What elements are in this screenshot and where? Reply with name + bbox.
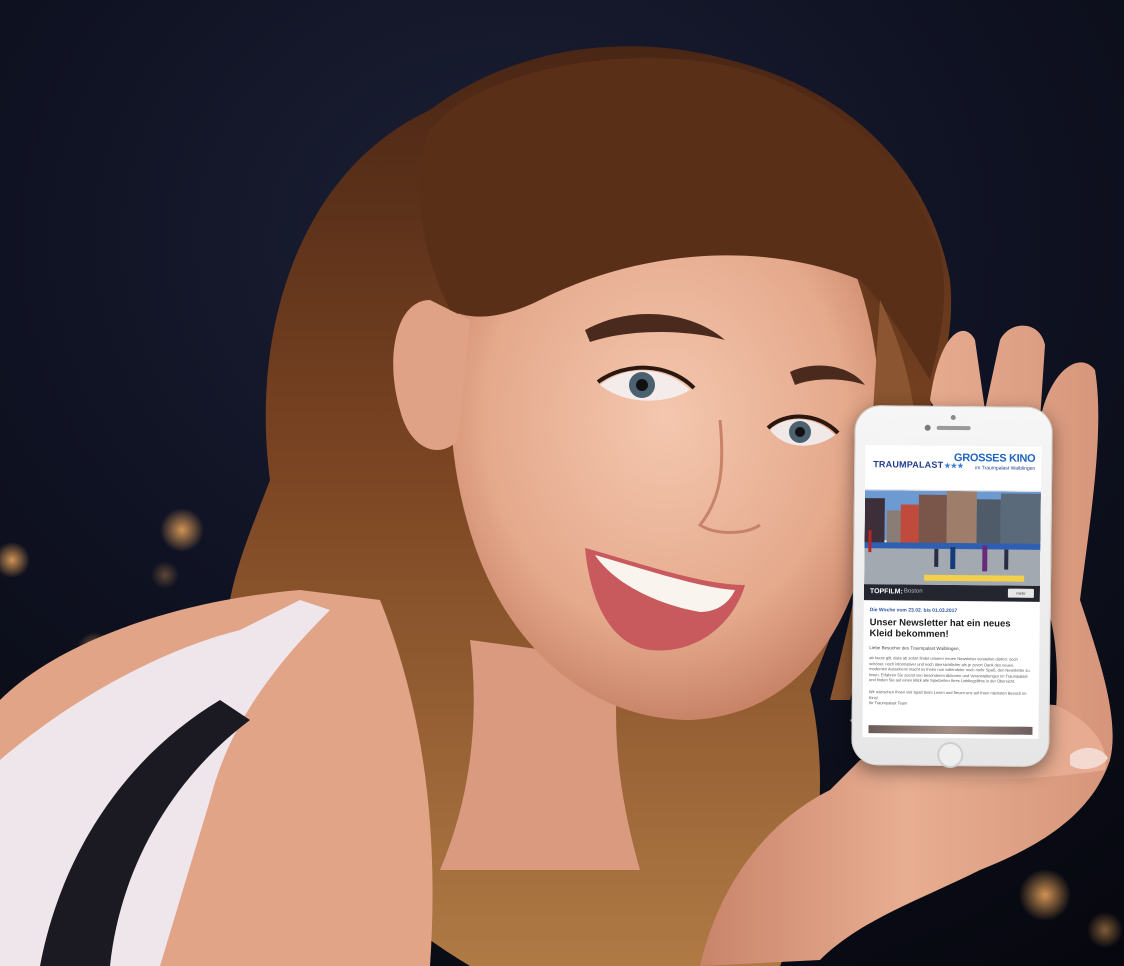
topfilm-title: Boston xyxy=(903,588,923,595)
signoff-text: Ihr Traumpalast Team xyxy=(868,700,908,706)
tagline-box: GROSSES KINO im Traumpalast Waiblingen xyxy=(953,452,1036,472)
smartphone: TRAUMPALAST★★★ GROSSES KINO im Traumpala… xyxy=(851,404,1053,769)
topfilm-more-button[interactable]: mehr xyxy=(1007,588,1034,598)
topfilm-label: TOPFILM: xyxy=(869,588,903,596)
photo-scene: TRAUMPALAST★★★ GROSSES KINO im Traumpala… xyxy=(0,0,1124,966)
newsletter-headline: Unser Newsletter hat ein neues Kleid bek… xyxy=(869,617,1011,640)
next-banner-strip xyxy=(868,725,1033,735)
body-text: ab heute gilt, dass ab sofort findet uns… xyxy=(868,655,1030,685)
front-camera xyxy=(924,424,931,431)
newsletter-header: TRAUMPALAST★★★ GROSSES KINO im Traumpala… xyxy=(864,445,1042,492)
logo-text: TRAUMPALAST xyxy=(873,459,944,470)
phone-sensor xyxy=(950,414,956,421)
topfilm-bar: TOPFILM: Boston mehr xyxy=(863,584,1041,602)
home-button[interactable] xyxy=(937,741,964,769)
phone-speaker xyxy=(936,425,971,431)
tagline: GROSSES KINO xyxy=(953,452,1036,465)
tagline-subtitle: im Traumpalast Waiblingen xyxy=(975,465,1036,472)
traumpalast-logo[interactable]: TRAUMPALAST★★★ xyxy=(873,459,964,470)
phone-screen: TRAUMPALAST★★★ GROSSES KINO im Traumpala… xyxy=(862,445,1042,739)
topfilm-banner-image[interactable] xyxy=(864,490,1041,586)
